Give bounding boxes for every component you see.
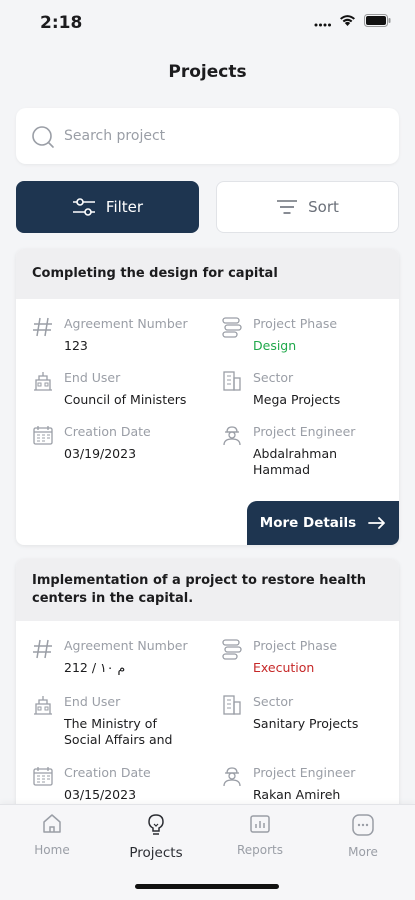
creation-date-value: 03/15/2023 xyxy=(64,787,137,802)
tab-projects[interactable]: Projects xyxy=(116,813,196,861)
project-engineer-value: Abdalrahman Hammad xyxy=(253,446,338,477)
home-indicator xyxy=(135,884,279,889)
end-user-value: The Ministry of Social Affairs and xyxy=(64,716,173,747)
lightbulb-icon xyxy=(148,814,164,835)
sort-button[interactable]: Sort xyxy=(216,181,399,233)
agreement-number-label: Agreement Number xyxy=(64,638,188,653)
building-icon xyxy=(34,696,52,715)
page-title: Projects xyxy=(168,62,247,82)
signal-icon xyxy=(314,23,331,26)
search-bar[interactable] xyxy=(16,108,399,164)
project-title: Completing the design for capital xyxy=(16,249,399,299)
tab-reports-label: Reports xyxy=(236,843,284,857)
end-user-label: End User xyxy=(64,694,121,709)
sector-value: Mega Projects xyxy=(253,392,341,407)
building-icon xyxy=(34,372,52,391)
more-details-label: More Details xyxy=(259,515,357,531)
project-phase-value: Design xyxy=(253,338,297,353)
more-details-button[interactable]: More Details xyxy=(247,501,399,545)
project-engineer-value: Rakan Amireh xyxy=(253,787,341,802)
project-engineer-label: Project Engineer xyxy=(253,765,356,780)
more-icon xyxy=(352,814,374,836)
engineer-icon xyxy=(223,767,241,787)
sector-label: Sector xyxy=(253,370,294,385)
project-card[interactable]: Implementation of a project to restore h… xyxy=(16,559,399,819)
project-phase-value: Execution xyxy=(253,660,315,675)
phase-icon xyxy=(222,639,242,660)
project-phase-label: Project Phase xyxy=(253,638,338,653)
tab-more[interactable]: More xyxy=(323,813,403,859)
status-icons xyxy=(314,14,391,27)
hash-icon xyxy=(33,639,52,659)
agreement-number-value: 212 / م ١٠ xyxy=(64,660,126,675)
end-user-value: Council of Ministers xyxy=(64,392,187,407)
engineer-icon xyxy=(223,426,241,446)
wifi-icon xyxy=(340,15,355,26)
filter-button[interactable]: Filter xyxy=(16,181,199,233)
status-time: 2:18 xyxy=(40,13,83,33)
project-phase-label: Project Phase xyxy=(253,316,338,331)
tab-projects-label: Projects xyxy=(129,845,183,861)
tab-reports[interactable]: Reports xyxy=(220,813,300,857)
phase-icon xyxy=(222,317,242,338)
home-icon xyxy=(43,814,61,833)
hash-icon xyxy=(33,317,52,337)
status-bar: 2:18 xyxy=(0,0,415,46)
sector-icon xyxy=(223,371,241,391)
reports-icon xyxy=(250,815,270,833)
filter-icon xyxy=(72,198,95,216)
arrow-right-icon xyxy=(368,517,386,529)
agreement-number-value: 123 xyxy=(64,338,88,353)
sector-label: Sector xyxy=(253,694,294,709)
tab-home-label: Home xyxy=(34,843,70,857)
calendar-icon xyxy=(33,426,53,445)
filter-label: Filter xyxy=(105,198,144,216)
sort-icon xyxy=(277,200,298,214)
sort-label: Sort xyxy=(308,198,339,216)
tab-more-label: More xyxy=(348,845,378,859)
sector-value: Sanitary Projects xyxy=(253,716,359,731)
tab-home[interactable]: Home xyxy=(12,813,92,857)
project-title: Implementation of a project to restore h… xyxy=(16,559,399,621)
project-card[interactable]: Completing the design for capital Agreem… xyxy=(16,249,399,545)
agreement-number-label: Agreement Number xyxy=(64,316,188,331)
header: Projects xyxy=(0,46,415,98)
creation-date-label: Creation Date xyxy=(64,424,151,439)
end-user-label: End User xyxy=(64,370,121,385)
project-engineer-label: Project Engineer xyxy=(253,424,356,439)
battery-icon xyxy=(364,14,391,27)
calendar-icon xyxy=(33,767,53,786)
search-input[interactable] xyxy=(64,108,384,164)
sector-icon xyxy=(223,695,241,715)
creation-date-label: Creation Date xyxy=(64,765,151,780)
search-icon xyxy=(30,124,56,155)
creation-date-value: 03/19/2023 xyxy=(64,446,137,461)
